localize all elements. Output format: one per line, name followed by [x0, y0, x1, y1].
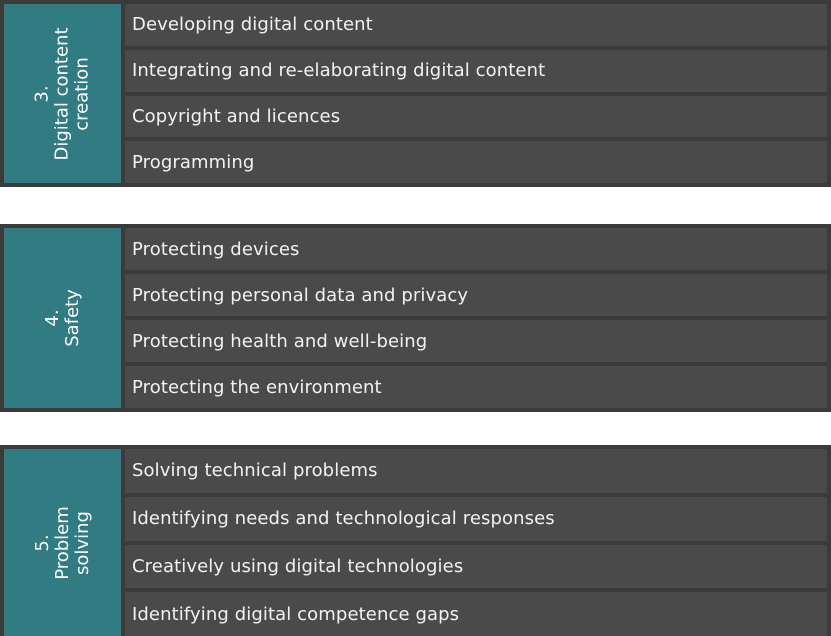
competence-item: Identifying needs and technological resp…: [125, 496, 827, 541]
area-title-line: solving: [71, 510, 93, 575]
competence-item: Protecting personal data and privacy: [125, 274, 827, 316]
area-label: 3. Digital content creation: [31, 26, 93, 161]
area-title-line: Problem: [51, 505, 73, 580]
area-label-panel: 4. Safety: [4, 228, 121, 408]
competence-area-problem-solving: 5. Problem solving Solving technical pro…: [0, 445, 831, 636]
area-title-line: Digital content: [51, 26, 73, 161]
competence-item: Developing digital content: [125, 4, 827, 46]
area-number: 5.: [31, 533, 53, 552]
competence-item: Solving technical problems: [125, 449, 827, 493]
competence-item: Integrating and re-elaborating digital c…: [125, 49, 827, 92]
competence-area-safety: 4. Safety Protecting devices Protecting …: [0, 224, 831, 412]
competence-item: Creatively using digital technologies: [125, 544, 827, 589]
competence-item: Protecting health and well-being: [125, 320, 827, 362]
area-label-panel: 3. Digital content creation: [4, 4, 121, 183]
area-number: 3.: [31, 84, 53, 103]
area-title-line: creation: [71, 56, 93, 131]
area-label: 5. Problem solving: [31, 505, 93, 580]
competence-item: Protecting the environment: [125, 366, 827, 408]
competence-list: Protecting devices Protecting personal d…: [125, 228, 827, 408]
area-label-panel: 5. Problem solving: [4, 449, 121, 636]
competence-area-digital-content-creation: 3. Digital content creation Developing d…: [0, 0, 831, 187]
competence-list: Developing digital content Integrating a…: [125, 4, 827, 183]
competence-item: Protecting devices: [125, 228, 827, 270]
competence-item: Copyright and licences: [125, 95, 827, 138]
competence-item: Identifying digital competence gaps: [125, 592, 827, 636]
competence-list: Solving technical problems Identifying n…: [125, 449, 827, 636]
area-title-line: Safety: [61, 289, 83, 347]
area-label: 4. Safety: [41, 289, 83, 347]
competence-item: Programming: [125, 141, 827, 183]
area-number: 4.: [41, 309, 63, 327]
